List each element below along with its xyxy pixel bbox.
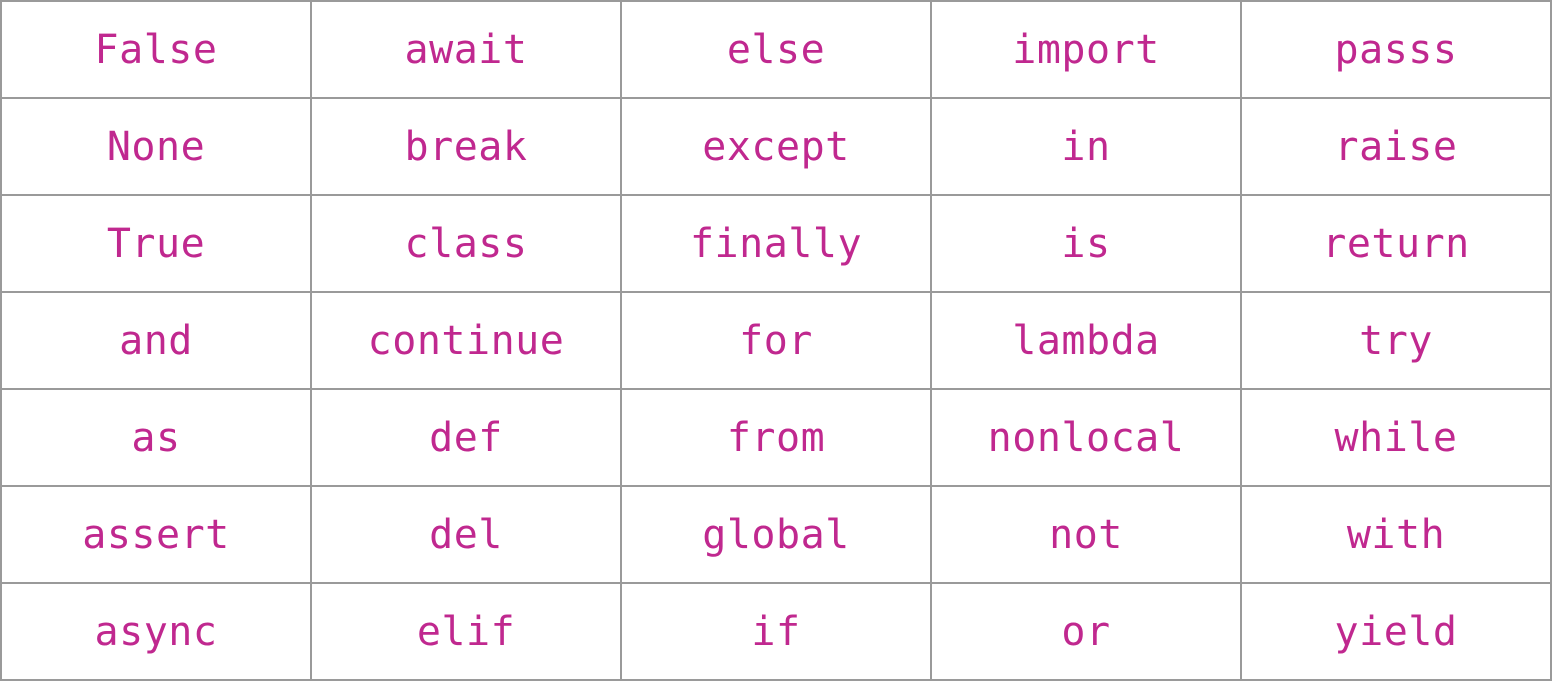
keyword-cell: elif [310,582,622,681]
keyword-cell: for [620,291,932,390]
keywords-table: False await else import passs None break… [0,0,1552,681]
keywords-table-body: False await else import passs None break… [0,0,1552,681]
keyword-cell: not [930,485,1242,584]
keyword-cell: global [620,485,932,584]
table-row: as def from nonlocal while [0,388,1552,487]
table-row: assert del global not with [0,485,1552,584]
keyword-cell: return [1240,194,1552,293]
keyword-cell: is [930,194,1242,293]
keyword-cell: from [620,388,932,487]
keyword-cell: async [0,582,312,681]
table-row: async elif if or yield [0,582,1552,681]
table-row: None break except in raise [0,97,1552,196]
keyword-cell: def [310,388,622,487]
keyword-cell: and [0,291,312,390]
keyword-cell: try [1240,291,1552,390]
keyword-cell: continue [310,291,622,390]
keyword-cell: except [620,97,932,196]
keyword-cell: import [930,0,1242,99]
table-row: True class finally is return [0,194,1552,293]
keyword-cell: as [0,388,312,487]
keyword-cell: nonlocal [930,388,1242,487]
keyword-cell: break [310,97,622,196]
keyword-cell: in [930,97,1242,196]
keyword-cell: else [620,0,932,99]
keyword-cell: passs [1240,0,1552,99]
keyword-cell: with [1240,485,1552,584]
keyword-cell: True [0,194,312,293]
keyword-cell: None [0,97,312,196]
keyword-cell: or [930,582,1242,681]
keyword-cell: await [310,0,622,99]
keyword-cell: finally [620,194,932,293]
keyword-cell: if [620,582,932,681]
table-row: False await else import passs [0,0,1552,99]
keyword-cell: raise [1240,97,1552,196]
keyword-cell: while [1240,388,1552,487]
keyword-cell: lambda [930,291,1242,390]
keyword-cell: assert [0,485,312,584]
keyword-cell: False [0,0,312,99]
keyword-cell: class [310,194,622,293]
keyword-cell: yield [1240,582,1552,681]
table-row: and continue for lambda try [0,291,1552,390]
keyword-cell: del [310,485,622,584]
